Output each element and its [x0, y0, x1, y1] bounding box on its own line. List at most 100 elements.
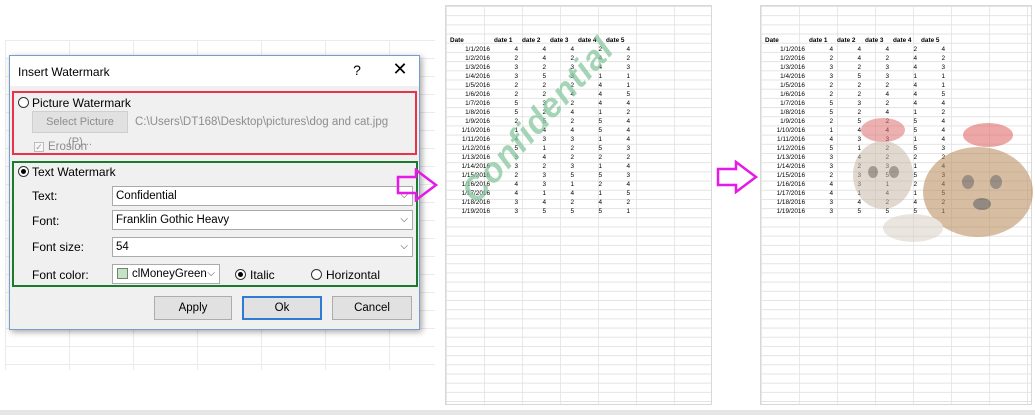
- insert-watermark-dialog: Insert Watermark ? ✕ Picture Watermark S…: [9, 55, 420, 330]
- chevron-down-icon[interactable]: ⌵: [400, 238, 408, 256]
- chevron-down-icon[interactable]: ⌵: [207, 265, 215, 283]
- dialog-title: Insert Watermark: [18, 65, 110, 79]
- table-cell: 4: [626, 100, 630, 107]
- table-cell: 3: [885, 73, 889, 80]
- font-value: Franklin Gothic Heavy: [116, 214, 230, 226]
- table-cell: 2: [514, 82, 518, 89]
- font-color-select[interactable]: clMoneyGreen ⌵: [112, 264, 220, 284]
- table-cell: 2: [857, 91, 861, 98]
- table-cell: 1/8/2016: [780, 109, 805, 116]
- table-cell: 2: [829, 91, 833, 98]
- table-cell: 5: [542, 208, 546, 215]
- picture-watermark-radio[interactable]: [18, 97, 29, 108]
- table-cell: 1/16/2016: [776, 181, 805, 188]
- table-row: 1/3/2016 3 2 3 4 3: [763, 63, 947, 72]
- font-color-value: clMoneyGreen: [132, 268, 207, 280]
- erosion-label: Erosion: [48, 141, 87, 153]
- header-cell: date 1: [494, 37, 513, 44]
- select-picture-button[interactable]: Select Picture (P)...: [32, 111, 128, 148]
- table-cell: 3: [570, 163, 574, 170]
- table-cell: 4: [626, 181, 630, 188]
- table-cell: 4: [626, 127, 630, 134]
- close-icon[interactable]: ✕: [392, 60, 408, 78]
- help-icon[interactable]: ?: [350, 62, 364, 78]
- table-cell: 4: [542, 199, 546, 206]
- table-cell: 3: [829, 73, 833, 80]
- table-cell: 1/11/2016: [777, 136, 805, 143]
- table-cell: 5: [941, 91, 945, 98]
- table-cell: 5: [598, 172, 602, 179]
- table-cell: 1: [941, 73, 945, 80]
- text-watermark-label: Text Watermark: [32, 165, 116, 179]
- header-cell: date 3: [550, 37, 569, 44]
- header-cell: date 2: [837, 37, 856, 44]
- table-cell: 1/3/2016: [465, 64, 490, 71]
- table-cell: 1/14/2016: [776, 163, 805, 170]
- table-cell: 4: [913, 55, 917, 62]
- font-select[interactable]: Franklin Gothic Heavy ⌵: [112, 210, 413, 230]
- table-cell: 1/6/2016: [780, 91, 805, 98]
- ok-button[interactable]: Ok: [242, 296, 322, 320]
- table-cell: 2: [885, 55, 889, 62]
- table-cell: 3: [514, 208, 518, 215]
- table-cell: 2: [542, 64, 546, 71]
- table-cell: 1/4/2016: [465, 73, 490, 80]
- table-row: 1/5/2016 2 2 2 4 1: [763, 81, 947, 90]
- picture-path: C:\Users\DT168\Desktop\pictures\dog and …: [135, 116, 389, 128]
- table-cell: 4: [542, 55, 546, 62]
- header-cell: Date: [450, 37, 464, 44]
- table-cell: 2: [598, 181, 602, 188]
- text-value: Confidential: [116, 190, 177, 202]
- cancel-button[interactable]: Cancel: [332, 296, 412, 320]
- table-cell: 1/12/2016: [776, 145, 805, 152]
- table-cell: 4: [885, 46, 889, 53]
- chevron-down-icon[interactable]: ⌵: [400, 211, 408, 229]
- table-cell: 3: [514, 73, 518, 80]
- table-cell: 3: [542, 172, 546, 179]
- arrow-right-icon: [716, 160, 759, 194]
- table-cell: 1/17/2016: [776, 190, 805, 197]
- table-cell: 1: [598, 136, 602, 143]
- table-cell: 1/4/2016: [780, 73, 805, 80]
- table-cell: 5: [570, 172, 574, 179]
- horizontal-radio[interactable]: [311, 269, 322, 280]
- table-cell: 4: [857, 46, 861, 53]
- table-cell: 1: [626, 208, 630, 215]
- table-cell: 1/10/2016: [776, 127, 805, 134]
- table-row: 1/6/2016 2 2 4 4 5: [763, 90, 947, 99]
- table-cell: 1/19/2016: [776, 208, 805, 215]
- header-cell: date 4: [893, 37, 912, 44]
- table-cell: 4: [514, 46, 518, 53]
- header-cell: date 1: [809, 37, 828, 44]
- italic-radio[interactable]: [235, 269, 246, 280]
- table-cell: 1: [941, 82, 945, 89]
- table-cell: 3: [514, 64, 518, 71]
- erosion-checkbox[interactable]: ✓: [34, 142, 44, 152]
- table-cell: 3: [514, 199, 518, 206]
- table-cell: 1/3/2016: [780, 64, 805, 71]
- table-cell: 2: [514, 55, 518, 62]
- table-cell: 1: [542, 190, 546, 197]
- table-cell: 1/7/2016: [780, 100, 805, 107]
- font-label: Font:: [32, 214, 60, 228]
- table-cell: 4: [542, 46, 546, 53]
- header-cell: Date: [765, 37, 779, 44]
- text-input[interactable]: Confidential ⌵: [112, 186, 413, 206]
- italic-label: Italic: [250, 268, 275, 282]
- text-watermark-radio[interactable]: [18, 166, 29, 177]
- table-cell: 1/5/2016: [465, 82, 490, 89]
- table-cell: 5: [514, 100, 518, 107]
- table-cell: 1/2/2016: [465, 55, 490, 62]
- table-cell: 2: [570, 199, 574, 206]
- table-cell: 5: [598, 127, 602, 134]
- table-cell: 2: [829, 55, 833, 62]
- table-cell: 1/13/2016: [776, 154, 805, 161]
- table-cell: 2: [941, 55, 945, 62]
- table-cell: 5: [598, 145, 602, 152]
- font-size-value: 54: [116, 241, 129, 253]
- table-cell: 1: [626, 73, 630, 80]
- apply-button[interactable]: Apply: [154, 296, 232, 320]
- table-cell: 1/2/2016: [780, 55, 805, 62]
- table-cell: 5: [626, 91, 630, 98]
- font-size-select[interactable]: 54 ⌵: [112, 237, 413, 257]
